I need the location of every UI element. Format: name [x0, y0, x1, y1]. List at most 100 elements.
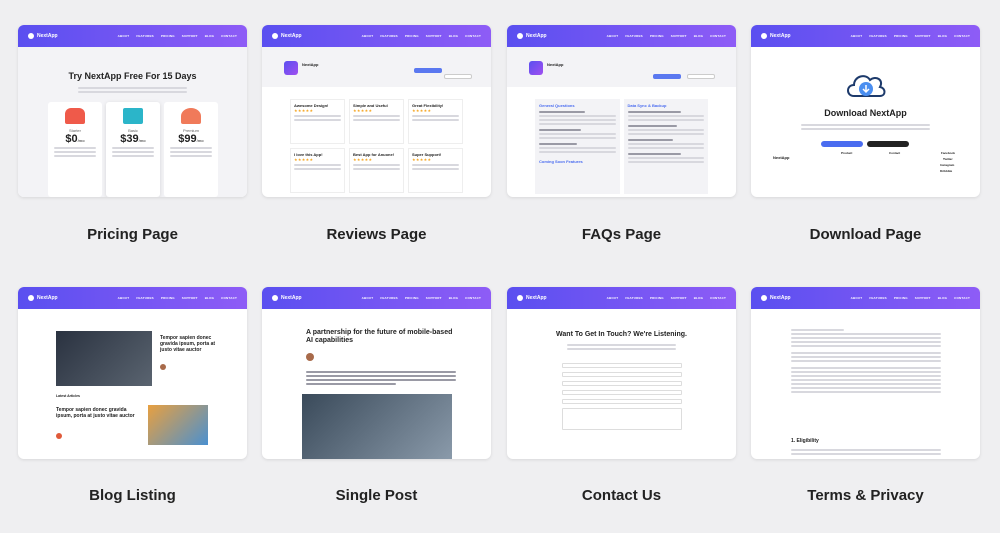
brand-logo: NextApp [517, 295, 547, 301]
nav-links: ABOUT FEATURES PRICING SUPPORT BLOG CONTACT [607, 34, 726, 38]
app-icon [284, 61, 298, 75]
terms-privacy-thumbnail[interactable]: NextApp ABOUT FEATURES PRICING SUPPORT BLOG C… [751, 287, 980, 459]
form-field[interactable] [562, 372, 682, 377]
app-icon [529, 61, 543, 75]
nav-link: SUPPORT [181, 34, 198, 38]
nav-link: BLOG [693, 34, 704, 38]
review-card: Great Flexibility! ★★★★★ [408, 99, 463, 144]
nav-link: ABOUT [606, 34, 619, 38]
nav-link: FEATURES [136, 296, 154, 300]
star-rating-icon: ★★★★★ [294, 108, 314, 113]
blog-listing-thumbnail[interactable]: NextApp ABOUT FEATURES PRICING SUPPORT BLOG C… [18, 287, 247, 459]
brand-name: NextApp [37, 33, 58, 39]
nav-link: CONTACT [465, 34, 481, 38]
nav-link: FEATURES [380, 34, 398, 38]
brand-logo: NextApp [272, 33, 302, 39]
price-unit: /mo [138, 138, 146, 143]
card-label: FAQs Page [581, 226, 662, 243]
form-field[interactable] [562, 363, 682, 368]
footer-link-facebook[interactable]: Facebook [941, 151, 955, 155]
brand-name: NextApp [773, 155, 790, 160]
nav-links: ABOUT FEATURES PRICING SUPPORT BLOG CONTACT [362, 296, 481, 300]
brand-name: NextApp [526, 33, 547, 39]
pricing-page-thumbnail[interactable]: NextApp ABOUT FEATURES PRICING SUPPORT BLOG C… [18, 25, 247, 197]
price-unit: /mo [196, 138, 204, 143]
review-card: Awesome Design! ★★★★★ [290, 99, 345, 144]
card-label: Pricing Page [87, 226, 178, 243]
card-label: Blog Listing [89, 487, 176, 504]
post-image [302, 394, 452, 459]
price-unit: /mo [77, 138, 85, 143]
page-headline: Want To Get In Touch? We're Listening. [556, 331, 687, 338]
cake-icon [123, 108, 143, 124]
navbar: NextApp ABOUT FEATURES PRICING SUPPORT BLOG C… [751, 287, 980, 309]
nav-link: PRICING [404, 34, 419, 38]
nav-link: CONTACT [710, 34, 726, 38]
download-play-store-button[interactable] [867, 134, 909, 152]
nav-link: BLOG [204, 34, 215, 38]
nav-link: PRICING [160, 296, 175, 300]
nav-link: ABOUT [117, 296, 130, 300]
featured-post-title: Tempor sapien donec gravida ipsum, porta… [160, 335, 216, 353]
brand-name: NextApp [770, 33, 791, 39]
footer-link-dribbble[interactable]: Dribbble [940, 169, 952, 173]
brand-name: NextApp [770, 295, 791, 301]
plan-price: 99 [184, 133, 197, 145]
nav-links: ABOUT FEATURES PRICING SUPPORT BLOG CONTACT [118, 296, 237, 300]
plan-card: Starter $0/mo [48, 102, 102, 197]
card-label: Contact Us [581, 487, 662, 504]
footer-link-twitter[interactable]: Twitter [943, 157, 953, 161]
star-rating-icon: ★★★★★ [294, 157, 314, 162]
footer-link-instagram[interactable]: Instagram [940, 163, 954, 167]
review-card: I love this App! ★★★★★ [290, 148, 345, 193]
page-headline: Download NextApp [824, 108, 907, 118]
faq-section-title: General Questions [539, 103, 575, 108]
form-field[interactable] [562, 390, 682, 395]
section-heading: Latest Articles [56, 394, 80, 398]
nav-link: FEATURES [625, 296, 643, 300]
faq-section-title: Coming Soon Features [539, 159, 583, 164]
message-textarea[interactable] [562, 408, 682, 430]
nav-link: BLOG [448, 296, 459, 300]
navbar: NextApp ABOUT FEATURES PRICING SUPPORT BLOG C… [18, 287, 247, 309]
footer-logo: NextApp [773, 155, 789, 160]
footer-col-product: Product [841, 151, 853, 155]
nav-links: ABOUT FEATURES PRICING SUPPORT BLOG CONTACT [118, 34, 237, 38]
card-label: Terms & Privacy [807, 487, 924, 504]
download-app-store-button[interactable] [821, 134, 863, 152]
brand-name: NextApp [281, 295, 302, 301]
form-field[interactable] [562, 399, 682, 404]
reviews-page-thumbnail[interactable]: NextApp ABOUT FEATURES PRICING SUPPORT BLOG C… [262, 25, 491, 197]
author-avatar [160, 364, 166, 370]
brand-name: NextApp [526, 295, 547, 301]
review-card: Simple and Useful ★★★★★ [349, 99, 404, 144]
form-field[interactable] [562, 381, 682, 386]
author-avatar [306, 353, 314, 361]
navbar: NextApp ABOUT FEATURES PRICING SUPPORT BLOG C… [507, 287, 736, 309]
nav-link: PRICING [160, 34, 175, 38]
navbar: NextApp ABOUT FEATURES PRICING SUPPORT BLOG C… [262, 25, 491, 47]
faqs-page-thumbnail[interactable]: NextApp ABOUT FEATURES PRICING SUPPORT BLOG C… [507, 25, 736, 197]
post-image [148, 405, 208, 445]
single-post-thumbnail[interactable]: NextApp ABOUT FEATURES PRICING SUPPORT BLOG C… [262, 287, 491, 459]
card-label: Reviews Page [326, 226, 427, 243]
nav-link: ABOUT [361, 296, 374, 300]
star-rating-icon: ★★★★★ [353, 157, 373, 162]
section-heading: 1. Eligibility [791, 438, 819, 444]
nav-link: FEATURES [625, 34, 643, 38]
nav-link: PRICING [649, 34, 664, 38]
faq-section-title: Data Sync & Backup [627, 103, 667, 108]
app-name: NextApp [547, 62, 564, 67]
nav-link: ABOUT [850, 34, 863, 38]
brand-logo: NextApp [28, 33, 58, 39]
faq-column: General Questions Coming Soon Features [535, 99, 620, 194]
scooter-icon [65, 108, 85, 124]
faq-column: Data Sync & Backup [623, 99, 708, 194]
navbar: NextApp ABOUT FEATURES PRICING SUPPORT BLOG C… [507, 25, 736, 47]
download-page-thumbnail[interactable]: NextApp ABOUT FEATURES PRICING SUPPORT BLOG C… [751, 25, 980, 197]
page-headline: Try NextApp Free For 15 Days [68, 71, 197, 81]
contact-page-thumbnail[interactable]: NextApp ABOUT FEATURES PRICING SUPPORT BLOG C… [507, 287, 736, 459]
featured-post-image [56, 331, 152, 386]
rate-button [653, 66, 681, 84]
review-button [687, 66, 715, 84]
